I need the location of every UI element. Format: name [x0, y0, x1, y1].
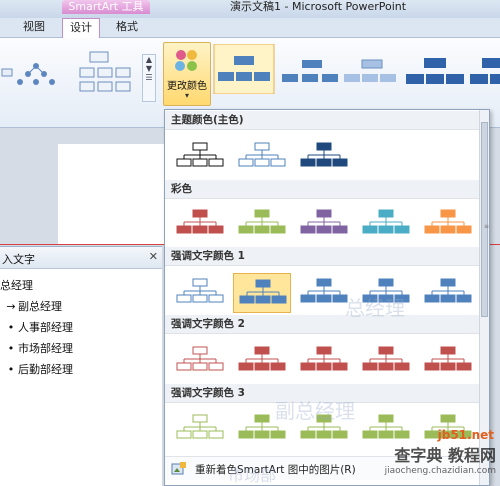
org-chart-thumbnail-icon — [300, 346, 348, 371]
org-chart-thumbnail-icon — [424, 278, 472, 303]
watermark-text: 市场部 — [228, 466, 277, 485]
list-item[interactable]: 总经理 — [0, 277, 33, 293]
site-watermark: jb51.net 查字典 教程网 jiaocheng.chazidian.com — [370, 426, 500, 486]
bullet-icon: • — [7, 342, 15, 355]
chevron-down-icon: ▾ — [184, 91, 189, 100]
org-chart-thumbnail-icon — [176, 278, 224, 303]
gallery-scroll-buttons[interactable]: ▲ ▼ ☰ — [142, 54, 156, 102]
color-swatch[interactable] — [171, 273, 229, 313]
list-item[interactable]: • 后勤部经理 — [4, 361, 73, 377]
ribbon-tabs: 视图 设计 格式 — [0, 18, 500, 38]
layout-thumb-1[interactable] — [1, 68, 13, 77]
list-item[interactable]: • 市场部经理 — [4, 340, 73, 356]
tab-design[interactable]: 设计 — [62, 18, 100, 38]
change-colors-label: 更改颜色 — [167, 81, 207, 92]
text-pane-header: 入文字 ✕ — [0, 247, 162, 269]
arrow-bullet-icon: → — [6, 300, 16, 313]
list-item-label: 人事部经理 — [18, 321, 73, 334]
section-header-accent-2: 强调文字颜色 2 — [165, 315, 481, 334]
text-pane: 入文字 ✕ 总经理 → 副总经理 • 人事部经理 • 市场部经理 • 后勤部经理 — [0, 246, 162, 486]
scroll-down-icon[interactable]: ▼ — [143, 64, 155, 73]
org-chart-thumbnail-icon — [176, 414, 224, 439]
color-swatch[interactable] — [233, 273, 291, 313]
color-swatch[interactable] — [295, 137, 353, 177]
color-swatch[interactable] — [233, 137, 291, 177]
org-chart-thumbnail-icon — [238, 142, 286, 167]
org-chart-thumbnail-icon — [176, 346, 224, 371]
section-header-colorful: 彩色 — [165, 180, 481, 199]
layout-gallery-icons — [1, 51, 131, 92]
org-chart-thumbnail-icon — [424, 346, 472, 371]
scroll-up-icon[interactable]: ▲ — [143, 55, 155, 64]
org-chart-thumbnail-icon — [362, 346, 410, 371]
list-item-label: 市场部经理 — [18, 342, 73, 355]
color-swatch[interactable] — [171, 341, 229, 381]
list-item[interactable]: → 副总经理 — [4, 298, 62, 314]
org-chart-thumbnail-icon — [300, 142, 348, 167]
list-item-label: 后勤部经理 — [18, 363, 73, 376]
org-chart-thumbnail-icon — [424, 209, 472, 234]
section-header-accent-1: 强调文字颜色 1 — [165, 247, 481, 266]
text-pane-title: 入文字 — [2, 253, 35, 266]
color-swatch[interactable] — [357, 341, 415, 381]
color-swatch[interactable] — [419, 273, 477, 313]
color-swatch[interactable] — [295, 341, 353, 381]
color-swatch[interactable] — [233, 204, 291, 244]
color-swatch[interactable] — [419, 204, 477, 244]
scroll-grip-icon: ≡ — [484, 223, 490, 230]
palette-icon — [175, 50, 197, 71]
color-swatch[interactable] — [295, 204, 353, 244]
close-icon[interactable]: ✕ — [149, 250, 158, 263]
bullet-icon: • — [7, 363, 15, 376]
tab-view[interactable]: 视图 — [15, 18, 53, 38]
window-title: 演示文稿1 - Microsoft PowerPoint — [230, 0, 407, 13]
org-chart-thumbnail-icon — [238, 209, 286, 234]
slide-canvas[interactable] — [58, 144, 178, 244]
style-thumb-3[interactable] — [344, 59, 396, 82]
style-thumb-1[interactable] — [213, 44, 275, 94]
color-swatch[interactable] — [171, 409, 229, 449]
layout-thumb-3[interactable] — [79, 51, 131, 92]
list-item-label: 总经理 — [0, 279, 33, 292]
smartart-style-gallery — [213, 44, 500, 94]
style-thumb-5[interactable] — [470, 58, 500, 84]
site-watermark-domain: jb51.net — [437, 428, 494, 442]
section-header-theme-primary: 主题颜色(主色) — [165, 111, 481, 130]
tab-format[interactable]: 格式 — [108, 18, 146, 38]
color-swatch[interactable] — [171, 204, 229, 244]
color-swatch[interactable] — [357, 204, 415, 244]
site-watermark-brand: 查字典 教程网 — [394, 446, 496, 465]
smartart-tools-context-label: SmartArt 工具 — [62, 0, 150, 14]
scrollbar-thumb[interactable]: ≡ — [481, 122, 490, 317]
org-chart-thumbnail-icon — [362, 209, 410, 234]
org-chart-thumbnail-icon — [176, 142, 224, 167]
style-thumb-2[interactable] — [282, 60, 338, 82]
color-swatch[interactable] — [171, 137, 229, 177]
list-item[interactable]: • 人事部经理 — [4, 319, 73, 335]
style-thumb-4[interactable] — [406, 58, 464, 84]
list-item-label: 副总经理 — [18, 300, 62, 313]
title-bar: SmartArt 工具 演示文稿1 - Microsoft PowerPoint — [0, 0, 500, 18]
layout-thumb-2[interactable] — [17, 63, 55, 85]
color-swatch[interactable] — [233, 341, 291, 381]
bullet-icon: • — [7, 321, 15, 334]
org-chart-thumbnail-icon — [176, 209, 224, 234]
layout-gallery: ▲ ▼ ☰ — [0, 44, 156, 102]
org-chart-thumbnail-icon — [300, 209, 348, 234]
change-colors-button[interactable]: 更改颜色 ▾ — [163, 42, 211, 106]
org-chart-thumbnail-icon — [238, 346, 286, 371]
org-chart-thumbnail-icon — [239, 279, 287, 304]
watermark-text: 总经理 — [345, 296, 405, 320]
color-swatch[interactable] — [419, 341, 477, 381]
watermark-text: 副总经理 — [275, 399, 355, 423]
gallery-more-icon[interactable]: ☰ — [143, 73, 155, 82]
recolor-picture-icon — [171, 462, 186, 475]
site-watermark-url: jiaocheng.chazidian.com — [384, 466, 496, 476]
